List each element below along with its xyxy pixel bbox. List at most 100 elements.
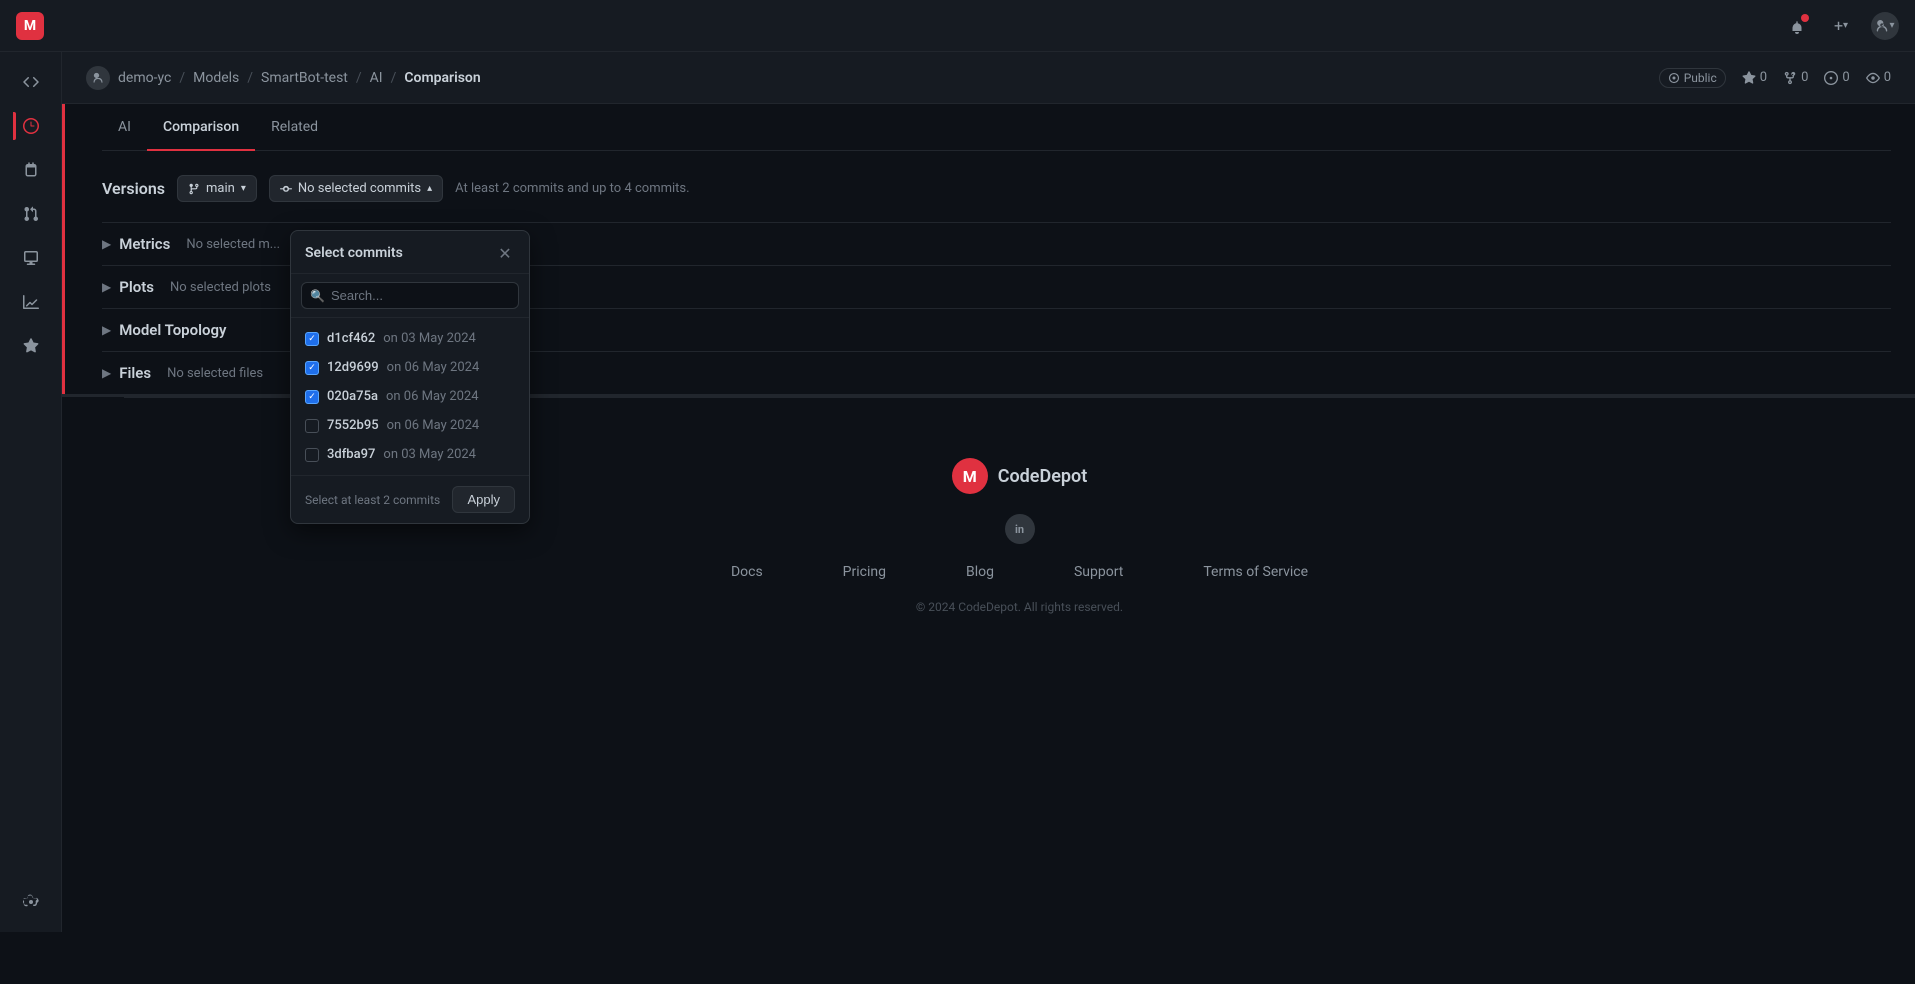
issues-count[interactable]: 0 <box>1824 70 1849 85</box>
footer-logo: M CodeDepot <box>952 458 1088 494</box>
watchers-count[interactable]: 0 <box>1866 70 1891 85</box>
commit-checkbox-3[interactable]: ✓ <box>305 390 319 404</box>
select-commits-dropdown: Select commits ✕ 🔍 ✓ d1cf462 on 03 May 2… <box>290 230 530 524</box>
plus-button[interactable]: + ▾ <box>1827 12 1855 40</box>
docs-link[interactable]: Docs <box>731 564 763 580</box>
search-input-wrap: 🔍 <box>301 282 519 309</box>
plus-icon: + <box>1834 16 1843 35</box>
commit-item-5[interactable]: 3dfba97 on 03 May 2024 <box>291 440 529 469</box>
sidebar-item-pulls[interactable] <box>13 196 49 232</box>
versions-header: Versions main ▾ No selected commits ▴ At… <box>102 175 1891 202</box>
commit-hash-5: 3dfba97 <box>327 447 375 462</box>
commits-hint: At least 2 commits and up to 4 commits. <box>455 181 689 196</box>
sidebar <box>0 52 62 932</box>
files-subtitle: No selected files <box>167 366 263 381</box>
search-input[interactable] <box>331 288 510 303</box>
branch-label: main <box>206 181 235 196</box>
chevron-down-icon: ▾ <box>1843 20 1848 31</box>
sidebar-item-code[interactable] <box>13 64 49 100</box>
search-container: 🔍 <box>291 274 529 318</box>
files-title: Files <box>119 364 151 382</box>
plots-title: Plots <box>119 278 154 296</box>
metrics-chevron: ▶ <box>102 237 111 251</box>
breadcrumb-sep-2: / <box>247 70 253 86</box>
sidebar-item-monitor[interactable] <box>13 240 49 276</box>
commit-date-4: on 06 May 2024 <box>387 418 480 433</box>
sidebar-item-analytics[interactable] <box>13 284 49 320</box>
branch-selector-button[interactable]: main ▾ <box>177 175 257 202</box>
commit-date-2: on 06 May 2024 <box>387 360 480 375</box>
footer-links: Docs Pricing Blog Support Terms of Servi… <box>731 564 1308 580</box>
metrics-title: Metrics <box>119 235 170 253</box>
repo-meta: Public 0 0 0 0 <box>1659 68 1891 88</box>
page-title: Comparison <box>404 70 480 86</box>
nav-right: + ▾ ▾ <box>1783 12 1899 40</box>
commit-checkbox-4[interactable] <box>305 419 319 433</box>
main-content: demo-yc / Models / SmartBot-test / AI / … <box>62 52 1915 654</box>
metrics-subtitle: No selected m... <box>186 237 280 252</box>
commit-item-2[interactable]: ✓ 12d9699 on 06 May 2024 <box>291 353 529 382</box>
tab-ai[interactable]: AI <box>102 105 147 151</box>
sidebar-accent <box>62 104 65 394</box>
commit-checkbox-2[interactable]: ✓ <box>305 361 319 375</box>
commit-item-1[interactable]: ✓ d1cf462 on 03 May 2024 <box>291 324 529 353</box>
sidebar-item-settings[interactable] <box>13 884 49 920</box>
breadcrumb-sep-4: / <box>391 70 397 86</box>
section-link[interactable]: AI <box>370 70 383 86</box>
tab-related[interactable]: Related <box>255 105 334 151</box>
support-link[interactable]: Support <box>1074 564 1123 580</box>
files-chevron: ▶ <box>102 366 111 380</box>
dropdown-title: Select commits <box>305 245 403 261</box>
blog-link[interactable]: Blog <box>966 564 994 580</box>
commits-chevron: ▴ <box>427 183 432 194</box>
search-icon: 🔍 <box>310 289 325 303</box>
notification-dot <box>1801 14 1809 22</box>
commit-date-3: on 06 May 2024 <box>386 389 479 404</box>
breadcrumb-sep-3: / <box>356 70 362 86</box>
footer-copyright: © 2024 CodeDepot. All rights reserved. <box>916 600 1123 614</box>
footer-hint: Select at least 2 commits <box>305 493 440 507</box>
commit-checkbox-1[interactable]: ✓ <box>305 332 319 346</box>
tab-comparison[interactable]: Comparison <box>147 105 255 151</box>
model-topology-chevron: ▶ <box>102 323 111 337</box>
public-badge: Public <box>1659 68 1726 88</box>
commit-checkbox-5[interactable] <box>305 448 319 462</box>
user-avatar-button[interactable]: ▾ <box>1871 12 1899 40</box>
sidebar-item-ml[interactable] <box>13 108 49 144</box>
plots-chevron: ▶ <box>102 280 111 294</box>
versions-title: Versions <box>102 179 165 198</box>
commits-selector-button[interactable]: No selected commits ▴ <box>269 175 443 202</box>
footer-social: in <box>1005 514 1035 544</box>
commit-item-3[interactable]: ✓ 020a75a on 06 May 2024 <box>291 382 529 411</box>
close-button[interactable]: ✕ <box>495 243 515 263</box>
pricing-link[interactable]: Pricing <box>843 564 886 580</box>
commit-hash-3: 020a75a <box>327 389 378 404</box>
notification-bell-button[interactable] <box>1783 12 1811 40</box>
tabs: AI Comparison Related <box>102 104 1891 151</box>
repo-link[interactable]: SmartBot-test <box>261 70 348 86</box>
dropdown-footer: Select at least 2 commits Apply <box>291 475 529 523</box>
commit-date-5: on 03 May 2024 <box>383 447 476 462</box>
stars-count[interactable]: 0 <box>1742 70 1767 85</box>
nav-left: M <box>16 12 44 40</box>
commit-item-4[interactable]: 7552b95 on 06 May 2024 <box>291 411 529 440</box>
sidebar-item-deploy[interactable] <box>13 328 49 364</box>
sidebar-item-experiments[interactable] <box>13 152 49 188</box>
plots-subtitle: No selected plots <box>170 280 271 295</box>
model-topology-title: Model Topology <box>119 321 226 339</box>
apply-button[interactable]: Apply <box>452 486 515 513</box>
forks-count[interactable]: 0 <box>1783 70 1808 85</box>
app-logo[interactable]: M <box>16 12 44 40</box>
footer-logo-label: CodeDepot <box>998 466 1088 487</box>
terms-link[interactable]: Terms of Service <box>1203 564 1308 580</box>
branch-chevron: ▾ <box>241 183 246 194</box>
org-link[interactable]: demo-yc <box>118 70 171 86</box>
linkedin-button[interactable]: in <box>1005 514 1035 544</box>
models-link[interactable]: Models <box>193 70 239 86</box>
org-avatar <box>86 66 110 90</box>
commit-date-1: on 03 May 2024 <box>383 331 476 346</box>
footer-logo-icon: M <box>952 458 988 494</box>
public-label: Public <box>1684 71 1717 85</box>
commit-list: ✓ d1cf462 on 03 May 2024 ✓ 12d9699 on 06… <box>291 318 529 475</box>
commit-hash-2: 12d9699 <box>327 360 379 375</box>
